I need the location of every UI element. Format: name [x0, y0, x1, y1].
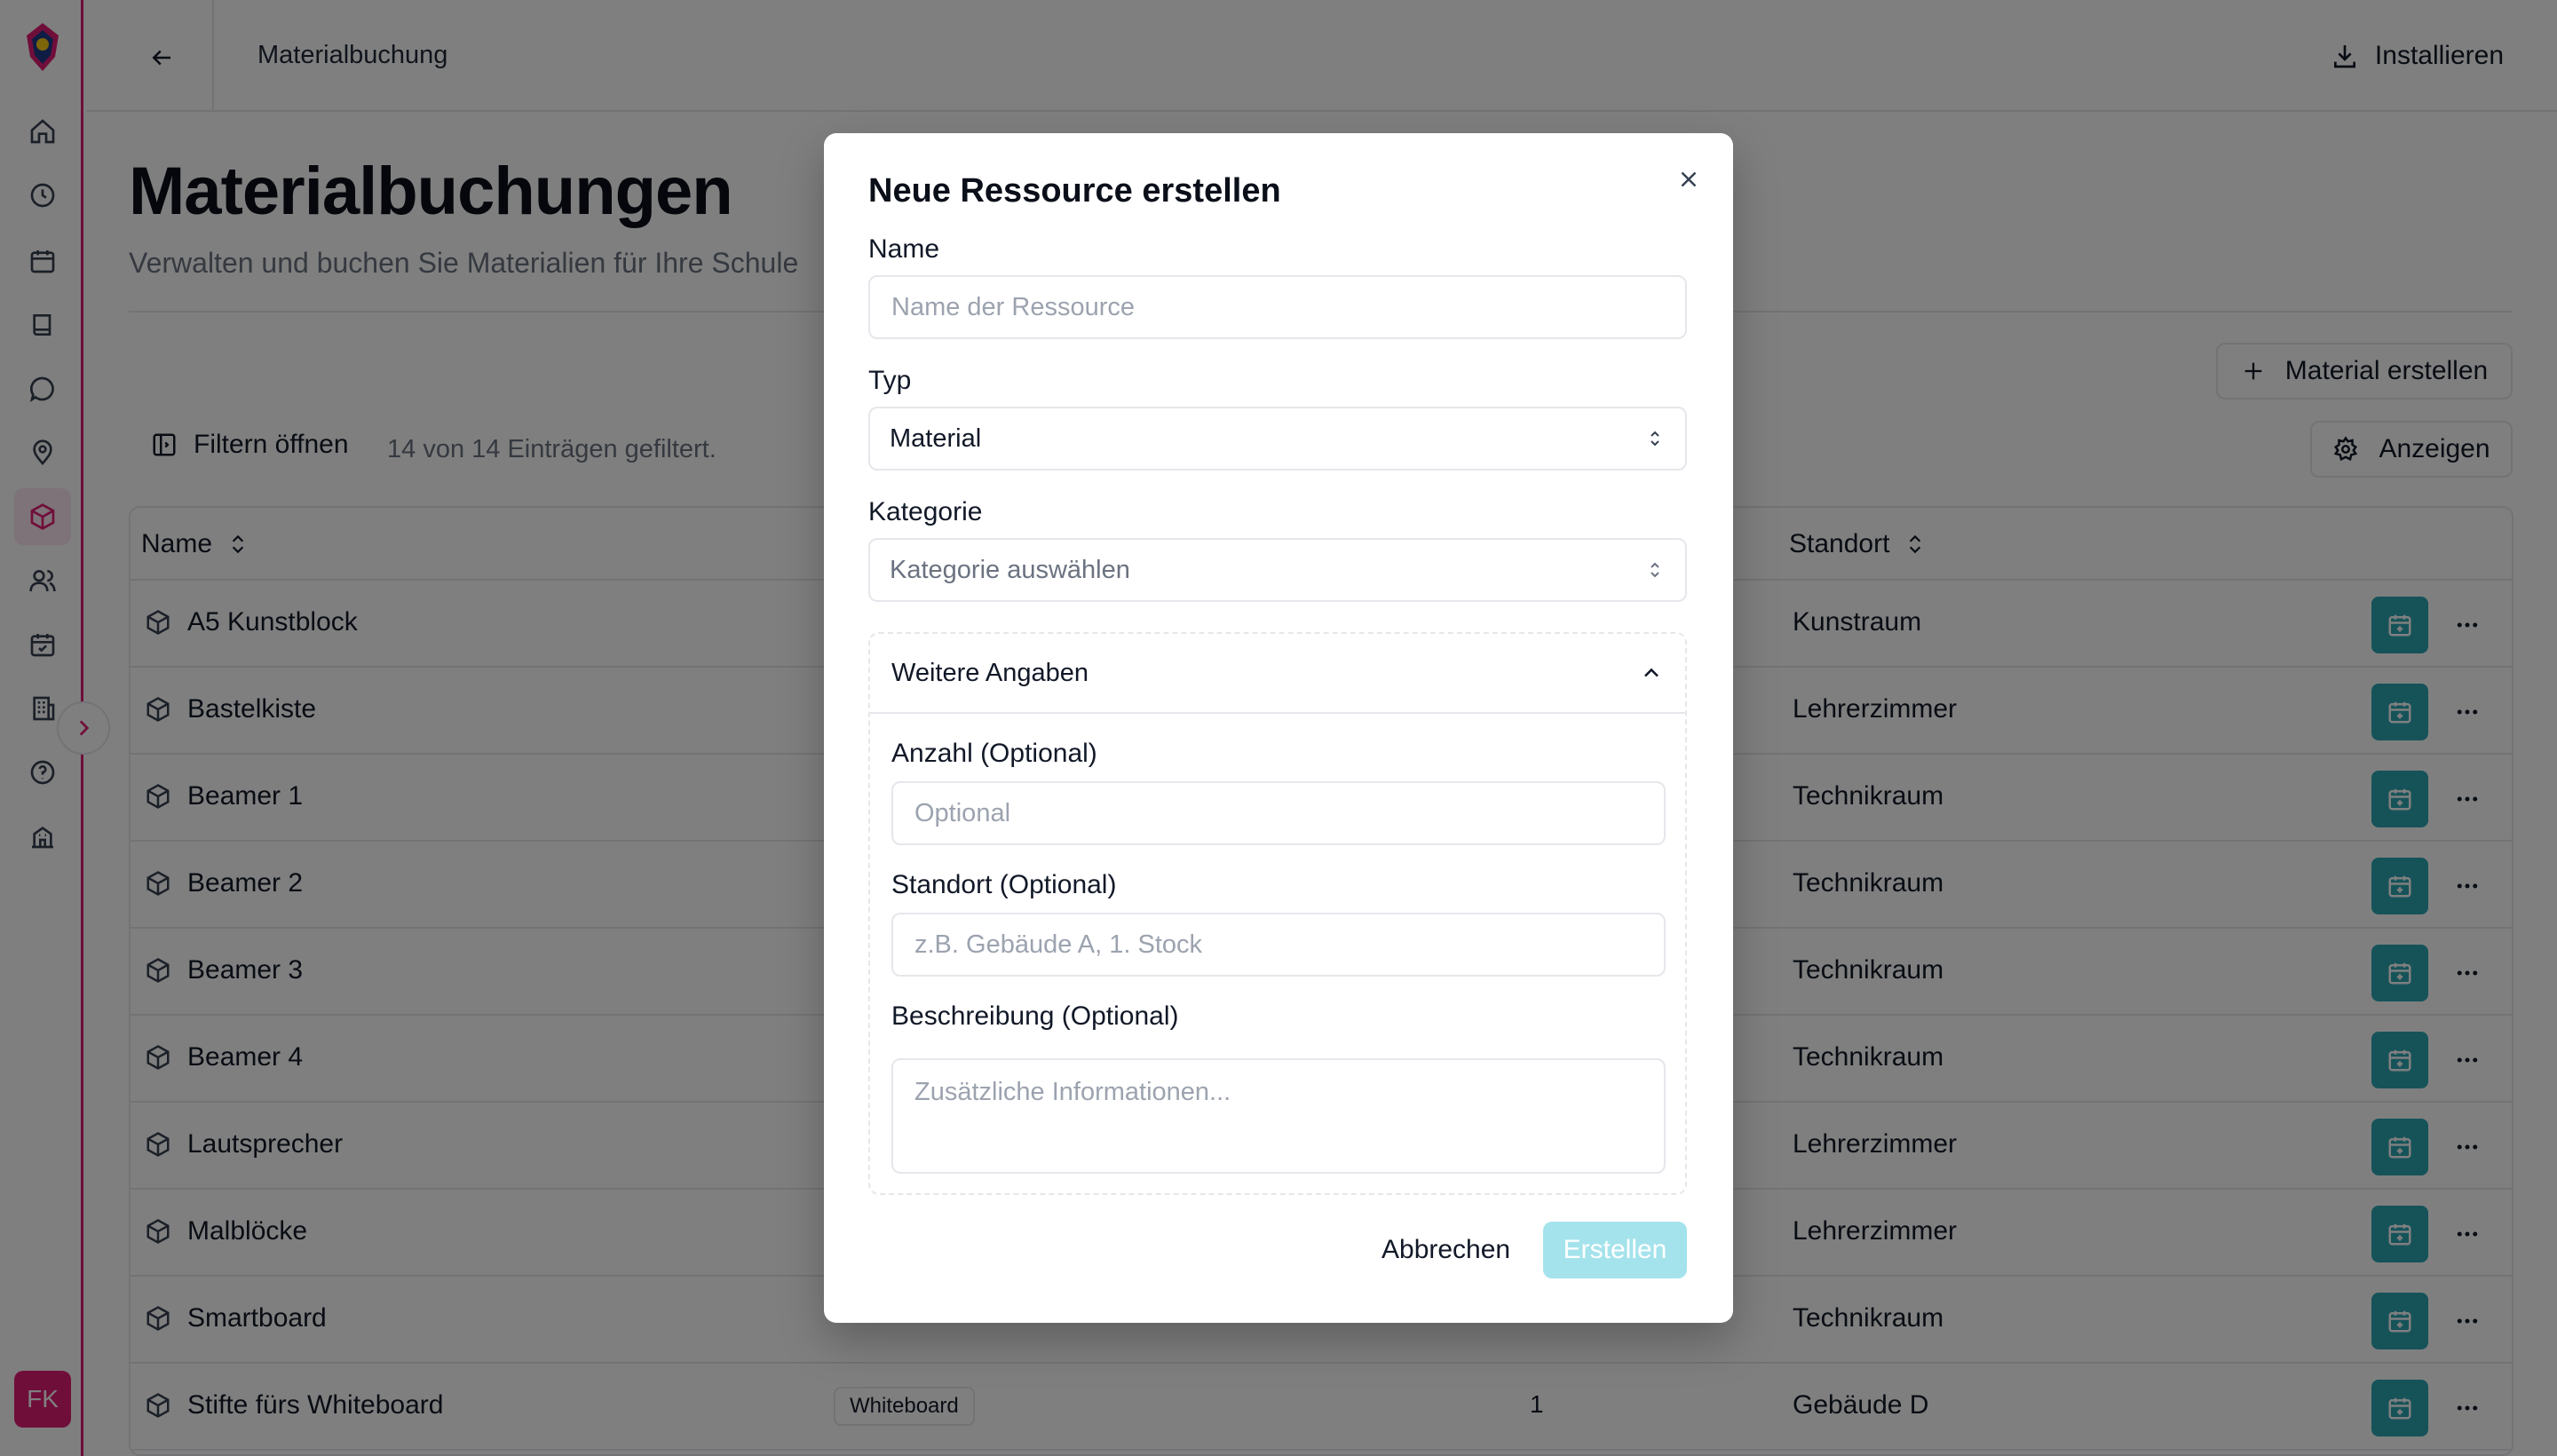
cancel-button[interactable]: Abbrechen — [1364, 1222, 1528, 1278]
category-select[interactable]: Kategorie auswählen — [868, 538, 1687, 602]
description-textarea[interactable] — [891, 1058, 1666, 1174]
name-label: Name — [868, 234, 940, 264]
category-placeholder: Kategorie auswählen — [890, 555, 1130, 584]
name-input[interactable] — [868, 275, 1687, 339]
type-select[interactable]: Material — [868, 407, 1687, 471]
quantity-label: Anzahl (Optional) — [891, 739, 1097, 768]
details-toggle[interactable]: Weitere Angaben — [870, 634, 1685, 714]
location-label: Standort (Optional) — [891, 870, 1117, 899]
dialog-title: Neue Ressource erstellen — [868, 172, 1281, 210]
location-input[interactable] — [891, 913, 1666, 977]
quantity-input[interactable] — [891, 781, 1666, 845]
chevrons-up-down-icon — [1651, 431, 1659, 447]
type-value: Material — [890, 423, 982, 453]
details-section: Weitere Angaben Anzahl (Optional) Stando… — [868, 632, 1687, 1195]
details-title: Weitere Angaben — [891, 658, 1089, 687]
close-icon — [1681, 171, 1697, 187]
type-label: Typ — [868, 366, 912, 395]
create-resource-dialog: Neue Ressource erstellen Name Typ Materi… — [824, 133, 1733, 1323]
close-button[interactable] — [1669, 160, 1708, 199]
chevron-up-icon — [1644, 668, 1658, 677]
description-label: Beschreibung (Optional) — [891, 1001, 1179, 1031]
chevrons-up-down-icon — [1651, 562, 1659, 578]
create-button[interactable]: Erstellen — [1543, 1222, 1687, 1278]
category-label: Kategorie — [868, 497, 983, 526]
